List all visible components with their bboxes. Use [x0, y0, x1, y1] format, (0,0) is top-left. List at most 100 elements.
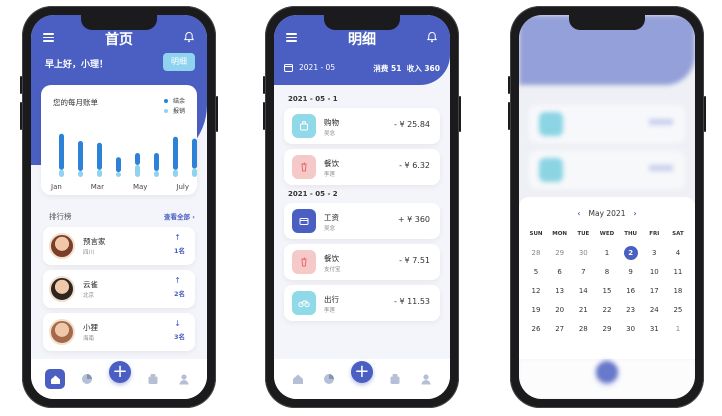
nav-stats-icon[interactable] — [320, 370, 338, 388]
bell-icon[interactable] — [183, 31, 195, 43]
calendar-day[interactable]: 24 — [645, 303, 663, 317]
calendar-day[interactable]: 11 — [669, 265, 687, 279]
view-all-link[interactable]: 查看全部 › — [164, 211, 195, 221]
transaction-item[interactable]: 餐饮 支付宝 - ¥ 7.51 — [284, 244, 440, 280]
nav-wallet-icon[interactable] — [144, 370, 162, 388]
phone-details: 明细 2021 - 05 消费 51 收入 360 2021 - 05 - 1 … — [263, 6, 461, 408]
calendar-day[interactable]: 5 — [527, 265, 545, 279]
calendar-day[interactable]: 20 — [551, 303, 569, 317]
avatar — [49, 233, 75, 259]
calendar-day[interactable]: 28 — [527, 246, 545, 260]
transaction-sub: 吴念 — [324, 226, 336, 232]
ranking-item[interactable]: 小狸 海南 ↓ 3名 — [43, 313, 195, 351]
week-row: 5 6 7 8 9 10 11 — [527, 265, 687, 279]
calendar-day[interactable]: 22 — [598, 303, 616, 317]
bar-reimburse — [192, 168, 197, 177]
bar-balance — [97, 142, 102, 170]
calendar-day[interactable]: 18 — [669, 284, 687, 298]
bottom-nav — [519, 359, 695, 399]
month-selector[interactable]: 2021 - 05 — [284, 63, 335, 72]
calendar-header: ‹ May 2021 › — [577, 209, 637, 218]
calendar-day[interactable]: 17 — [645, 284, 663, 298]
calendar-day[interactable]: 21 — [574, 303, 592, 317]
calendar-day[interactable]: 2 — [623, 246, 638, 260]
next-month-icon[interactable]: › — [633, 209, 636, 218]
transaction-amount: - ¥ 25.84 — [394, 120, 430, 129]
bar-balance — [59, 133, 64, 170]
bottom-nav: + — [274, 359, 450, 399]
add-button[interactable]: + — [350, 361, 373, 383]
calendar-day[interactable]: 14 — [574, 284, 592, 298]
bar-balance — [116, 157, 121, 173]
calendar-day[interactable]: 26 — [527, 322, 545, 336]
chart-title: 您的每月账单 — [53, 98, 98, 107]
nav-home-icon[interactable] — [289, 370, 307, 388]
nav-home-icon[interactable] — [45, 369, 66, 389]
calendar-day[interactable]: 25 — [669, 303, 687, 317]
calendar-grid: SUN MON TUE WED THU FRI SAT 28 29 30 1 2 3 4 5 6 7 8 9 10 11… — [527, 231, 687, 341]
calendar-day[interactable]: 9 — [622, 265, 640, 279]
ranking-name: 小狸 — [83, 323, 98, 332]
rank-position: 2名 — [173, 290, 185, 298]
transaction-item[interactable]: 餐饮 李莲 - ¥ 6.32 — [284, 149, 440, 185]
calendar-day[interactable]: 30 — [622, 322, 640, 336]
calendar-day[interactable]: 3 — [645, 246, 663, 260]
calendar-day[interactable]: 6 — [551, 265, 569, 279]
weekday-label: WED — [599, 231, 615, 237]
nav-wallet-icon[interactable] — [386, 370, 404, 388]
summary: 消费 51 收入 360 — [373, 64, 440, 73]
transaction-list: 2021 - 05 - 1 购物 吴念 - ¥ 25.84 餐饮 李莲 - ¥ … — [284, 91, 440, 326]
calendar-day[interactable]: 19 — [527, 303, 545, 317]
calendar-day[interactable]: 30 — [574, 246, 592, 260]
transaction-amount: + ¥ 360 — [397, 215, 430, 224]
bar-balance — [78, 141, 83, 171]
calendar-day[interactable]: 12 — [527, 284, 545, 298]
nav-stats-icon[interactable] — [78, 370, 96, 388]
rank-arrow-icon: ↑ — [174, 233, 181, 242]
bar-reimburse — [59, 169, 64, 177]
calendar-day[interactable]: 13 — [551, 284, 569, 298]
bar-balance — [192, 138, 197, 169]
ranking-item[interactable]: 云雀 北京 ↑ 2名 — [43, 270, 195, 308]
calendar-day[interactable]: 1 — [669, 322, 687, 336]
calendar-day[interactable]: 15 — [598, 284, 616, 298]
calendar-day[interactable]: 10 — [645, 265, 663, 279]
bar-balance — [173, 136, 178, 170]
weekday-label: SUN — [529, 231, 543, 237]
calendar-day[interactable]: 8 — [598, 265, 616, 279]
prev-month-icon[interactable]: ‹ — [577, 209, 580, 218]
nav-profile-icon[interactable] — [175, 370, 193, 388]
weekday-label: FRI — [649, 231, 660, 237]
calendar-day[interactable]: 4 — [669, 246, 687, 260]
nav-profile-icon[interactable] — [417, 370, 435, 388]
ranking-name: 预言家 — [83, 237, 106, 246]
calendar-day[interactable]: 31 — [645, 322, 663, 336]
transaction-amount: - ¥ 7.51 — [399, 256, 430, 265]
transaction-item[interactable]: 出行 李莲 - ¥ 11.53 — [284, 285, 440, 321]
calendar-day[interactable]: 29 — [551, 246, 569, 260]
ranking-item[interactable]: 预言家 四川 ↑ 1名 — [43, 227, 195, 265]
calendar-day[interactable]: 27 — [551, 322, 569, 336]
week-row: 19 20 21 22 23 24 25 — [527, 303, 687, 317]
add-button[interactable]: + — [108, 361, 131, 383]
bar-reimburse — [97, 169, 102, 177]
calendar-day[interactable]: 23 — [622, 303, 640, 317]
calendar-day[interactable]: 16 — [622, 284, 640, 298]
transaction-name: 出行 — [324, 295, 339, 304]
transaction-item[interactable]: 购物 吴念 - ¥ 25.84 — [284, 108, 440, 144]
rank-position: 3名 — [173, 333, 185, 341]
calendar-day[interactable]: 7 — [574, 265, 592, 279]
transaction-item[interactable]: 工资 吴念 + ¥ 360 — [284, 203, 440, 239]
calendar-day[interactable]: 29 — [598, 322, 616, 336]
detail-button[interactable]: 明细 — [163, 53, 195, 71]
transaction-name: 工资 — [324, 213, 339, 222]
transaction-amount: - ¥ 6.32 — [399, 161, 430, 170]
greeting: 早上好，小理！ — [45, 60, 109, 70]
calendar-day[interactable]: 28 — [574, 322, 592, 336]
month-axis: Jan Mar May July — [51, 183, 189, 191]
bar-reimburse — [173, 169, 178, 177]
bell-icon[interactable] — [426, 31, 438, 43]
calendar-day[interactable]: 1 — [598, 246, 616, 260]
weekday-label: SAT — [672, 231, 684, 237]
calendar-sheet: ‹ May 2021 › SUN MON TUE WED THU FRI SAT 28 29 30 1 2… — [519, 197, 695, 359]
